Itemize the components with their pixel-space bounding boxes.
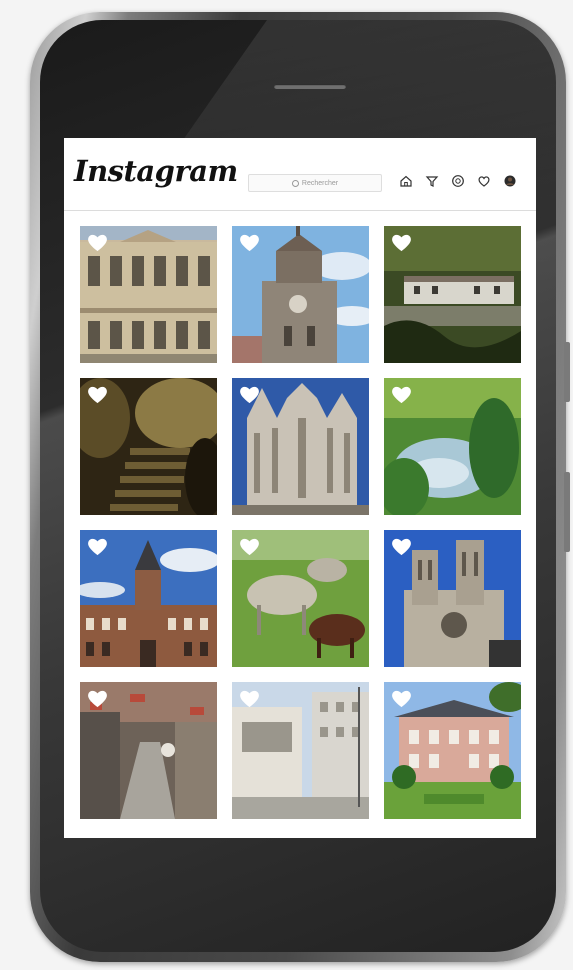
post-thumbnail[interactable] <box>232 226 369 363</box>
post-thumbnail[interactable] <box>384 530 521 667</box>
like-heart-icon[interactable] <box>87 537 108 556</box>
like-heart-icon[interactable] <box>391 689 412 708</box>
like-heart-icon[interactable] <box>87 385 108 404</box>
post-thumbnail[interactable] <box>384 226 521 363</box>
search-input[interactable]: Rechercher <box>248 174 382 192</box>
speaker-grille <box>274 84 346 89</box>
profile-avatar[interactable] <box>502 173 518 189</box>
power-button <box>564 472 570 552</box>
like-heart-icon[interactable] <box>239 233 260 252</box>
post-thumbnail[interactable] <box>80 226 217 363</box>
like-heart-icon[interactable] <box>239 537 260 556</box>
post-thumbnail[interactable] <box>80 530 217 667</box>
like-heart-icon[interactable] <box>391 233 412 252</box>
like-heart-icon[interactable] <box>239 689 260 708</box>
heart-icon[interactable] <box>476 173 492 189</box>
post-thumbnail[interactable] <box>384 682 521 819</box>
post-thumbnail[interactable] <box>384 378 521 515</box>
search-placeholder: Rechercher <box>301 179 339 187</box>
photo-grid <box>80 226 521 819</box>
like-heart-icon[interactable] <box>391 385 412 404</box>
app-screen: Instagram Rechercher <box>64 138 536 838</box>
instagram-logo[interactable]: Instagram <box>74 154 238 188</box>
post-thumbnail[interactable] <box>80 682 217 819</box>
filter-icon[interactable] <box>424 173 440 189</box>
top-bar: Instagram Rechercher <box>64 138 536 211</box>
post-thumbnail[interactable] <box>232 378 369 515</box>
post-thumbnail[interactable] <box>80 378 217 515</box>
post-thumbnail[interactable] <box>232 682 369 819</box>
like-heart-icon[interactable] <box>391 537 412 556</box>
post-thumbnail[interactable] <box>232 530 369 667</box>
like-heart-icon[interactable] <box>87 689 108 708</box>
compass-icon[interactable] <box>450 173 466 189</box>
like-heart-icon[interactable] <box>239 385 260 404</box>
like-heart-icon[interactable] <box>87 233 108 252</box>
home-icon[interactable] <box>398 173 414 189</box>
search-icon <box>291 179 299 187</box>
nav-icons <box>398 173 518 189</box>
volume-button <box>564 342 570 402</box>
